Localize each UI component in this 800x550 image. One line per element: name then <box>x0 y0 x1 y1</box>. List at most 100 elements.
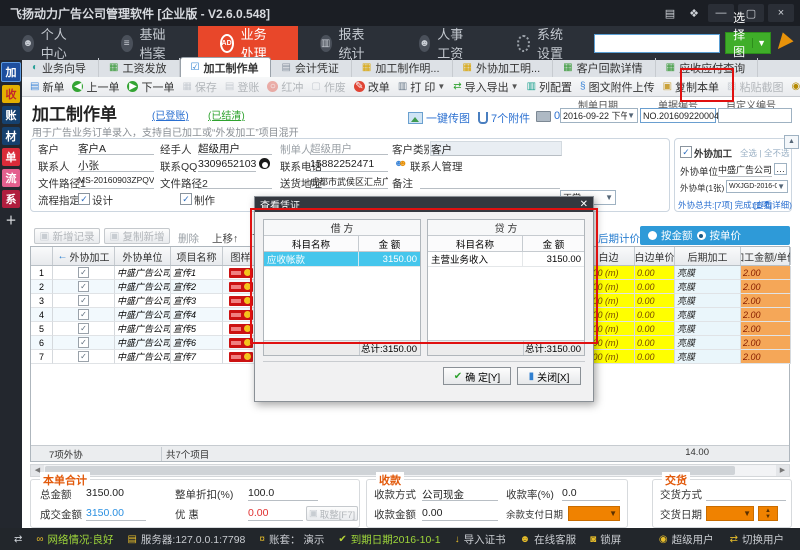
toolbar-button-14[interactable]: 粘贴截图 <box>723 78 787 96</box>
credit-row[interactable]: 主营业务收入 3150.00 <box>428 252 584 267</box>
chevron-down-icon[interactable]: ▼ <box>609 509 619 518</box>
chevron-down-icon[interactable]: ▼ <box>605 193 613 202</box>
tab-5[interactable]: ▦加工制作明... <box>352 58 453 77</box>
sample-image-icon[interactable] <box>229 296 253 306</box>
sidebar-item-4[interactable]: 材 <box>2 127 20 145</box>
contact-manager-link[interactable]: 联系人管理 <box>410 159 463 174</box>
path1-field[interactable]: MS-20160903ZPQV:D:\ <box>78 175 154 189</box>
close-button[interactable]: × <box>768 4 794 22</box>
customer-field[interactable]: 客户A <box>78 141 154 155</box>
toolbar-button-7[interactable]: 作废 <box>307 78 349 96</box>
nav-item-6[interactable]: 系统设置 <box>495 26 594 60</box>
outsource-order-combo[interactable]: WXJGD-2016-09-22-0001 ▼ <box>726 180 788 193</box>
status-item-left-1[interactable]: ⇄ <box>14 534 22 545</box>
row-checkbox[interactable]: ✓ <box>78 281 89 292</box>
row-checkbox[interactable]: ✓ <box>78 323 89 334</box>
nav-item-3[interactable]: AD业务处理 <box>198 26 298 60</box>
delivery-method-field[interactable] <box>706 487 786 501</box>
qq-field[interactable]: 3309652103 <box>198 158 256 172</box>
toolbar-button-5[interactable]: 登账 <box>221 78 263 96</box>
by-price-radio[interactable] <box>697 231 706 240</box>
row-checkbox[interactable]: ✓ <box>78 267 89 278</box>
debit-row[interactable]: 应收帐款 3150.00 <box>264 252 420 267</box>
settled-badge[interactable]: (已结清) <box>208 107 245 122</box>
chevron-down-icon[interactable]: ▼ <box>743 509 753 518</box>
send-image-link[interactable]: 一键传图 <box>408 110 470 126</box>
status-item-left-3[interactable]: ▤服务器:127.0.0.1:7798 <box>127 532 245 547</box>
tab-8[interactable]: ▦应收应付查询 <box>656 58 758 77</box>
remark-field[interactable] <box>420 175 560 189</box>
address-field[interactable]: 成都市武侯区汇点广场 <box>310 175 388 189</box>
sample-image-icon[interactable] <box>229 338 253 348</box>
sample-image-icon[interactable] <box>229 324 253 334</box>
tab-1[interactable]: ◐业务向导 <box>22 58 99 77</box>
qq-icon[interactable] <box>259 158 270 169</box>
nav-item-5[interactable]: ☻人事工资 <box>397 26 496 60</box>
tab-3[interactable]: ☑加工制作单 <box>180 57 272 77</box>
toolbar-button-9[interactable]: 打 印▼ <box>394 78 449 96</box>
chevron-down-icon[interactable]: ▼ <box>437 82 445 91</box>
status-item-left-5[interactable]: ✔到期日期2016-10-1 <box>338 532 440 547</box>
round-button[interactable]: ▣取整[F7] <box>306 506 358 521</box>
copy-add-button[interactable]: ▣复制新增 <box>104 228 170 244</box>
toolbar-button-4[interactable]: 保存 <box>178 78 220 96</box>
toolbar-button-3[interactable]: 下一单 <box>123 78 178 96</box>
spinner-down-icon[interactable]: ▼ <box>765 514 771 520</box>
tab-4[interactable]: ▤会计凭证 <box>271 58 351 77</box>
toolbar-button-10[interactable]: 导入导出▼ <box>449 78 522 96</box>
outsource-checkbox[interactable]: ✓ <box>680 146 692 158</box>
sidebar-item-3[interactable]: 账 <box>2 106 20 124</box>
payment-amount-field[interactable]: 0.00 <box>422 507 498 521</box>
row-checkbox[interactable]: ✓ <box>78 309 89 320</box>
status-item-left-4[interactable]: ¤账套： 演示 <box>259 532 324 547</box>
sidebar-item-7[interactable]: 系 <box>2 190 20 208</box>
sidebar-item-8[interactable]: ＋ <box>2 211 20 229</box>
toolbar-button-8[interactable]: 改单 <box>350 78 394 96</box>
status-item-left-8[interactable]: ◙锁屏 <box>590 532 621 547</box>
nav-item-2[interactable]: ≡基础档案 <box>99 26 198 60</box>
print-count-link[interactable]: 0 <box>536 110 560 122</box>
toolbar-button-2[interactable]: 上一单 <box>68 78 123 96</box>
row-checkbox[interactable]: ✓ <box>78 337 89 348</box>
sidebar-item-5[interactable]: 单 <box>2 148 20 166</box>
contact-field[interactable]: 小张 <box>78 158 154 172</box>
handler-field[interactable]: 超级用户 <box>198 141 272 155</box>
chevron-down-icon[interactable]: ▼ <box>627 111 635 120</box>
row-checkbox[interactable]: ✓ <box>78 295 89 306</box>
dialog-close-icon[interactable]: ✕ <box>580 199 588 210</box>
sample-image-icon[interactable] <box>229 268 253 278</box>
select-all-link[interactable]: 全选 | 全不选 <box>740 147 789 159</box>
skin-icon[interactable]: ❖ <box>684 4 704 22</box>
sample-image-icon[interactable] <box>229 352 253 362</box>
nav-item-4[interactable]: ▥报表统计 <box>298 26 397 60</box>
balance-date-combo[interactable]: ▼ <box>568 506 620 521</box>
payment-method-field[interactable]: 公司现金 <box>422 487 498 501</box>
phone-field[interactable]: 15882252471 <box>310 158 388 172</box>
path2-field[interactable] <box>198 175 272 189</box>
sample-image-icon[interactable] <box>229 310 253 320</box>
browse-button[interactable]: … <box>774 163 787 175</box>
outsource-unit-field[interactable]: 中盛广告公司 <box>718 163 772 177</box>
tab-2[interactable]: ▦工资发放 <box>99 58 179 77</box>
toolbar-button-12[interactable]: 图文附件上传 <box>576 78 659 96</box>
row-checkbox[interactable]: ✓ <box>78 351 89 362</box>
image-search-input[interactable] <box>594 34 720 53</box>
date-combo[interactable]: 2016-09-22 下午 02:0 ▼ <box>560 108 638 123</box>
payment-rate-field[interactable]: 0.0 <box>562 487 620 501</box>
sample-image-icon[interactable] <box>229 282 253 292</box>
toolbar-button-13[interactable]: 复制本单 <box>659 78 723 96</box>
discount-field[interactable]: 100.0 <box>248 487 318 501</box>
sidebar-item-2[interactable]: 收 <box>2 85 20 103</box>
custom-no-field[interactable] <box>718 108 792 123</box>
status-item-left-7[interactable]: ☻在线客服 <box>520 532 577 547</box>
preferential-field[interactable]: 0.00 <box>248 507 303 521</box>
feedback-icon[interactable]: ▤ <box>660 4 680 22</box>
dialog-titlebar[interactable]: 查看凭证 ✕ <box>255 197 593 212</box>
customer-type-field[interactable]: 客户 <box>430 141 562 156</box>
view-detail-link[interactable]: (查看详细) <box>752 199 792 211</box>
chevron-down-icon[interactable]: ▼ <box>752 38 770 48</box>
toolbar-button-15[interactable]: 查看收款过程 <box>787 78 800 96</box>
sidebar-item-6[interactable]: 流 <box>2 169 20 187</box>
select-image-button[interactable]: 选择图片 ▼ <box>725 32 771 54</box>
doc-no-field[interactable]: NO.201609220004 <box>640 108 716 123</box>
